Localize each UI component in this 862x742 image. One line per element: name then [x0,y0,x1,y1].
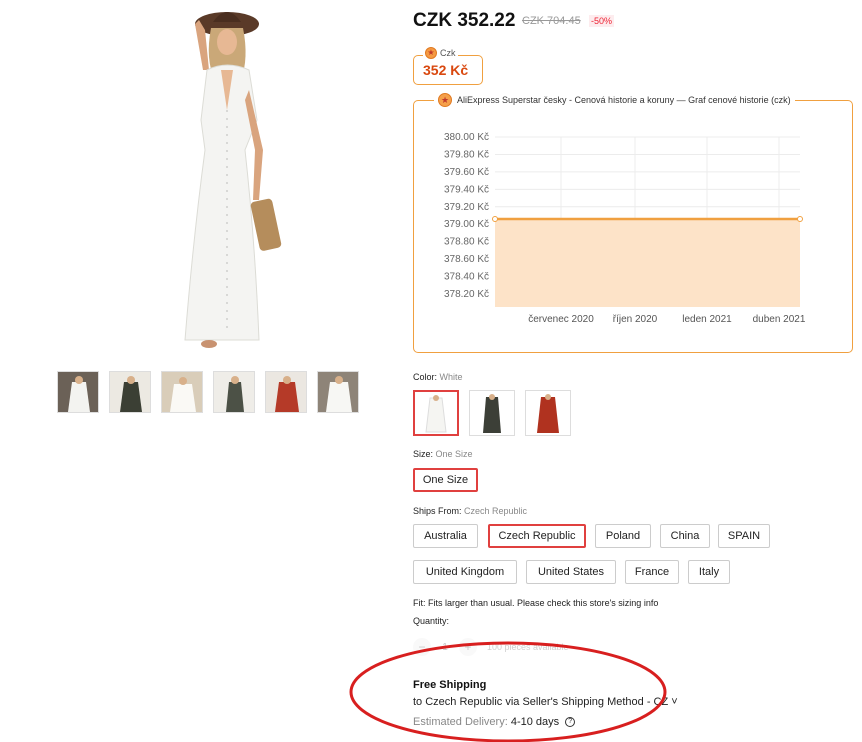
original-price: CZK 704.45 [522,15,581,27]
size-option-one-size[interactable]: One Size [413,468,478,492]
ships-from-united-states[interactable]: United States [526,560,616,584]
czk-badge: ★ Czk [423,47,458,59]
size-selected: One Size [435,449,473,459]
ships-from-label: Ships From: Czech Republic [413,506,527,516]
color-label-text: Color: [413,372,438,382]
price-history-chart: 380.00 Kč 379.80 Kč 379.60 Kč 379.40 Kč 379.… [444,132,806,325]
thumbnail-1[interactable] [57,371,99,413]
fit-info[interactable]: Fit: Fits larger than usual. Please chec… [413,598,658,608]
ships-from-spain[interactable]: SPAIN [718,524,770,548]
ships-from-france[interactable]: France [625,560,679,584]
thumbnail-2[interactable] [109,371,151,413]
ships-from-label-text: Ships From: [413,506,462,516]
star-icon: ★ [438,93,452,107]
chart-y-tick-label: 379.00 Kč [444,219,489,230]
thumbnail-strip [57,371,359,413]
thumbnail-6[interactable] [317,371,359,413]
chart-point-start [492,216,498,222]
chart-y-tick-label: 379.80 Kč [444,149,489,160]
discount-badge: -50% [589,15,615,27]
ships-from-selected: Czech Republic [464,506,528,516]
thumbnail-3[interactable] [161,371,203,413]
thumbnail-4[interactable] [213,371,255,413]
chart-x-tick-label: duben 2021 [753,314,806,325]
chart-y-tick-label: 378.20 Kč [444,289,489,300]
chart-y-tick-label: 378.80 Kč [444,237,489,248]
czk-value: 352 Kč [423,62,469,78]
czk-label: Czk [440,48,456,58]
chart-y-tick-label: 379.60 Kč [444,167,489,178]
chart-x-tick-label: leden 2021 [682,314,732,325]
chart-title: AliExpress Superstar česky - Cenová hist… [457,95,791,105]
product-main-image[interactable] [145,0,295,352]
color-label: Color: White [413,372,463,382]
chart-point-end [797,216,803,222]
color-option-dark[interactable] [469,390,515,436]
chart-x-tick-label: říjen 2020 [613,314,658,325]
chart-x-tick-label: červenec 2020 [528,314,594,325]
ships-from-italy[interactable]: Italy [688,560,730,584]
size-label-text: Size: [413,449,434,459]
color-selected: White [439,372,463,382]
ships-from-united-kingdom[interactable]: United Kingdom [413,560,517,584]
current-price: CZK 352.22 [413,10,516,31]
annotation-ellipse [349,641,667,742]
chart-y-tick-label: 380.00 Kč [444,132,489,143]
chart-area-fill [495,219,800,307]
color-option-red[interactable] [525,390,571,436]
chart-y-tick-label: 379.20 Kč [444,202,489,213]
chart-y-tick-label: 379.40 Kč [444,184,489,195]
ships-from-australia[interactable]: Australia [413,524,478,548]
quantity-label: Quantity: [413,616,450,626]
star-badge-icon: ★ [425,47,437,59]
thumbnail-5[interactable] [265,371,307,413]
chart-header: ★ AliExpress Superstar česky - Cenová hi… [434,93,795,107]
ships-from-poland[interactable]: Poland [595,524,651,548]
chart-y-tick-label: 378.60 Kč [444,254,489,265]
color-option-white[interactable] [413,390,459,436]
chart-y-tick-label: 378.40 Kč [444,272,489,283]
size-label: Size: One Size [413,449,473,459]
ships-from-czech-republic[interactable]: Czech Republic [488,524,586,548]
ships-from-china[interactable]: China [660,524,710,548]
